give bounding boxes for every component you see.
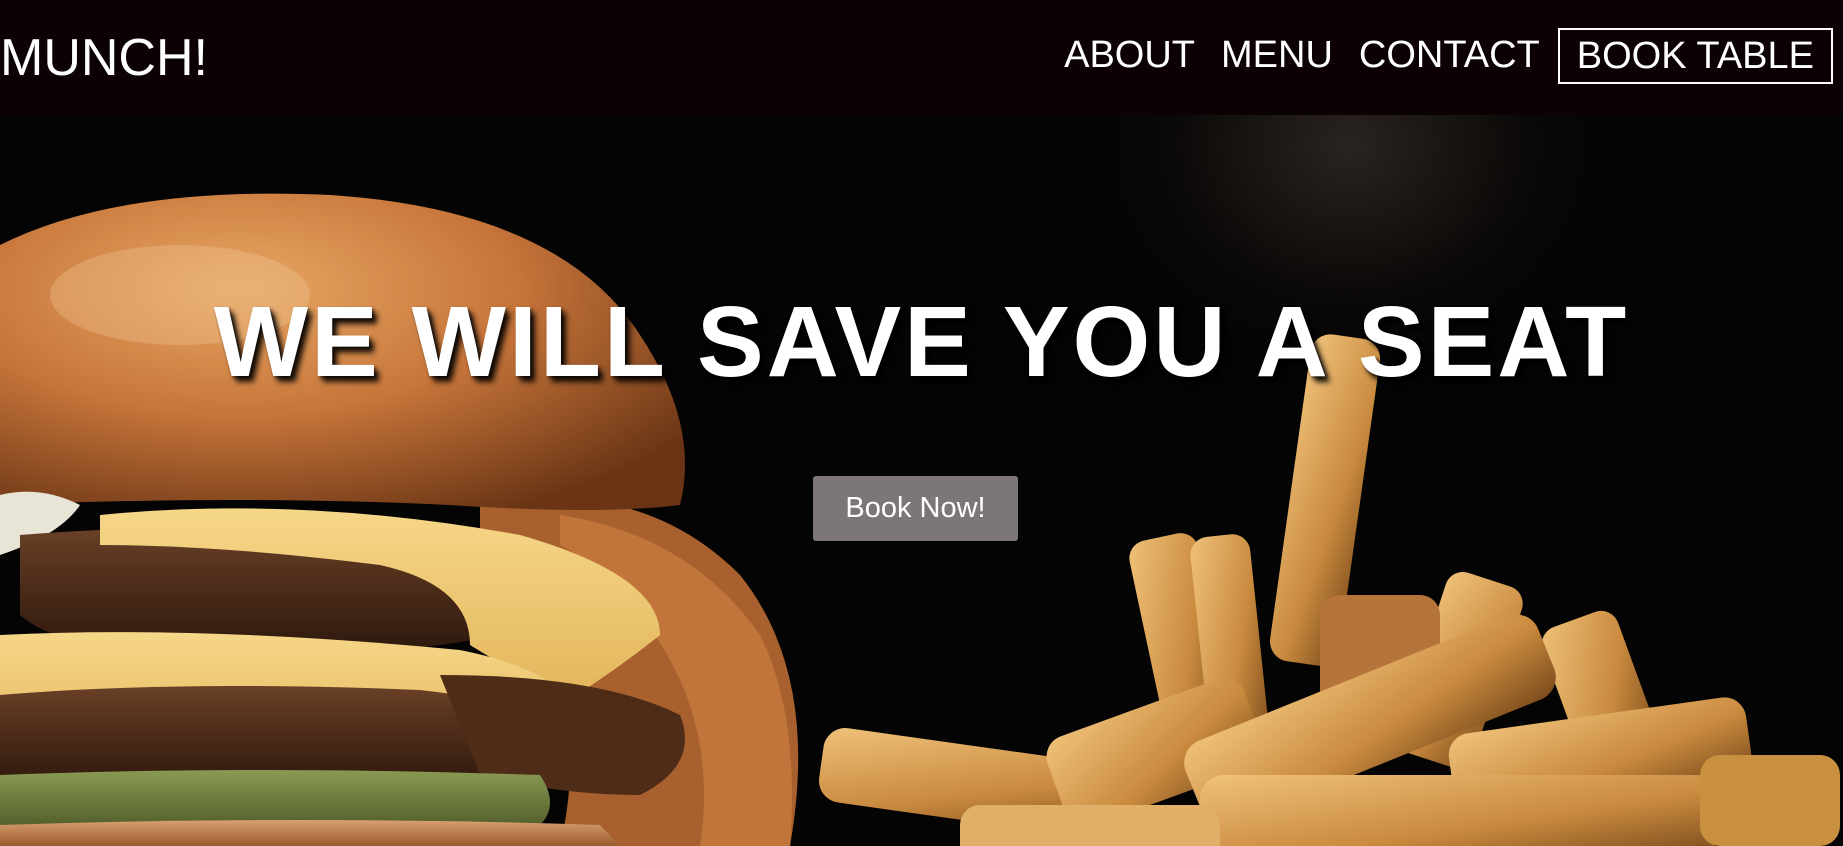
- nav-link-menu[interactable]: MENU: [1221, 34, 1333, 77]
- hero-title: WE WILL SAVE YOU A SEAT: [213, 286, 1630, 398]
- hero-section: WE WILL SAVE YOU A SEAT Book Now!: [0, 115, 1843, 846]
- book-table-button[interactable]: BOOK TABLE: [1557, 27, 1833, 84]
- nav-link-contact[interactable]: CONTACT: [1359, 34, 1540, 77]
- navbar: MUNCH! ABOUT MENU CONTACT BOOK TABLE: [0, 0, 1843, 115]
- nav-links: ABOUT MENU CONTACT BOOK TABLE: [1038, 27, 1833, 84]
- site-logo[interactable]: MUNCH!: [0, 28, 208, 88]
- book-now-button[interactable]: Book Now!: [813, 476, 1018, 541]
- nav-link-about[interactable]: ABOUT: [1064, 34, 1195, 77]
